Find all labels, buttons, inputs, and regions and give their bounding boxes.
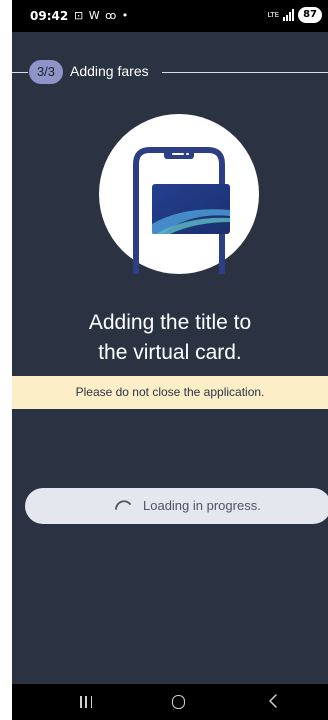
system-icons: LTE 87	[267, 7, 322, 23]
signal-icon	[283, 9, 295, 21]
notification-icons: ⊡ W ꝏ •	[74, 9, 130, 22]
status-bar: 09:42 ⊡ W ꝏ • LTE 87	[12, 0, 328, 32]
recent-apps-icon[interactable]	[80, 696, 92, 708]
back-icon[interactable]	[266, 693, 280, 709]
phone-with-card-illustration	[99, 114, 259, 274]
loading-indicator: Loading in progress.	[25, 488, 328, 524]
battery-indicator: 87	[298, 7, 322, 23]
progress-line-right	[162, 72, 328, 73]
network-type-label: LTE	[267, 10, 280, 19]
page-title: Adding the title to the virtual card.	[12, 308, 328, 368]
status-time: 09:42	[30, 9, 69, 23]
step-title: Adding fares	[70, 63, 149, 79]
loading-text: Loading in progress.	[143, 498, 261, 513]
navigation-bar	[12, 684, 328, 720]
home-icon[interactable]	[172, 695, 185, 709]
page-title-line1: Adding the title to	[88, 311, 252, 334]
progress-line-left	[12, 72, 28, 73]
step-badge: 3/3	[29, 60, 63, 84]
app-screen: 09:42 ⊡ W ꝏ • LTE 87 3/3 Adding fares Ad…	[12, 0, 328, 720]
loading-spinner-icon	[115, 500, 131, 510]
page-title-line2: the virtual card.	[98, 341, 242, 364]
warning-banner: Please do not close the application.	[12, 376, 328, 409]
